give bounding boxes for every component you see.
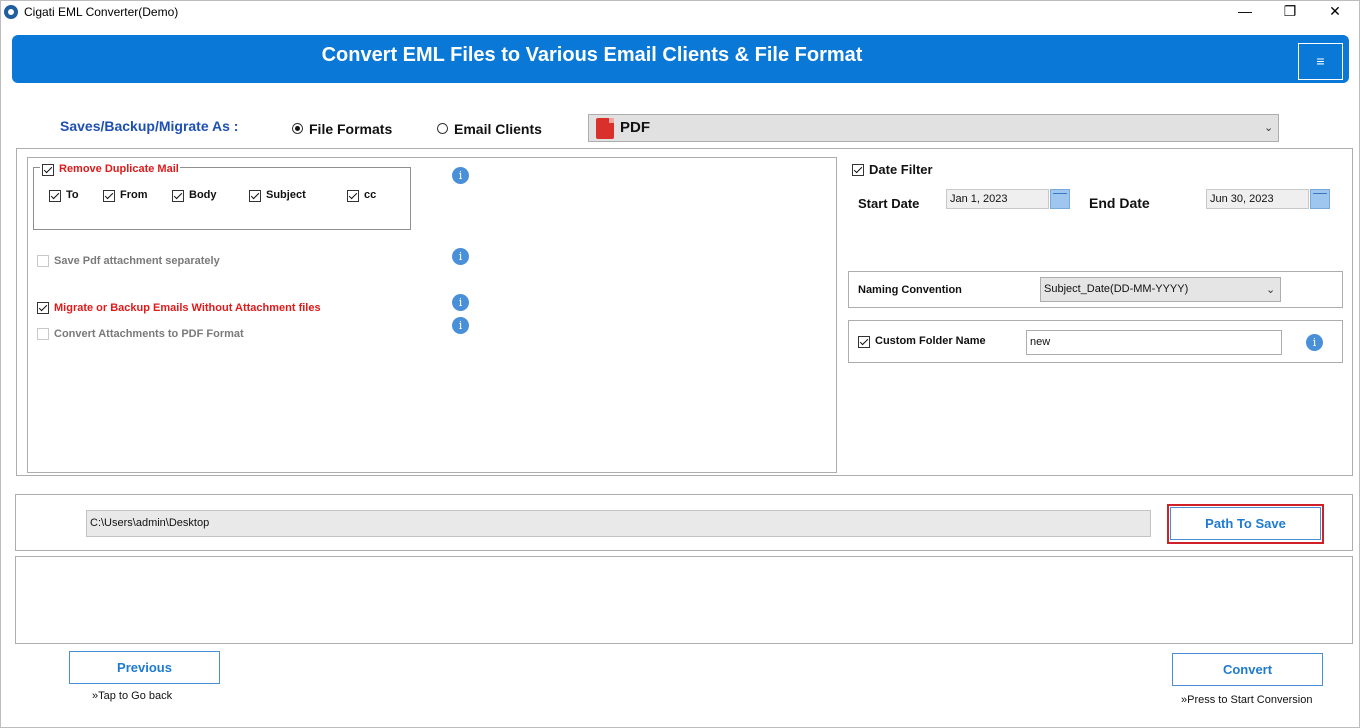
naming-convention-select[interactable]: Subject_Date(DD-MM-YYYY) <box>1040 277 1281 302</box>
window-title: Cigati EML Converter(Demo) <box>24 5 179 19</box>
email-clients-radio[interactable] <box>437 123 448 134</box>
info-icon[interactable]: i <box>452 294 469 311</box>
convert-attachments-checkbox[interactable] <box>37 328 49 340</box>
end-date-label: End Date <box>1089 195 1150 211</box>
convert-attachments-label: Convert Attachments to PDF Format <box>54 328 244 340</box>
file-formats-label[interactable]: File Formats <box>309 121 392 137</box>
info-icon[interactable]: i <box>452 248 469 265</box>
previous-hint: »Tap to Go back <box>92 690 173 702</box>
header-banner: Convert EML Files to Various Email Clien… <box>12 35 1349 83</box>
hamburger-icon: ≡ <box>1316 53 1325 69</box>
dup-body-label[interactable]: Body <box>189 189 217 201</box>
custom-folder-label[interactable]: Custom Folder Name <box>875 335 986 347</box>
dup-body-checkbox[interactable] <box>172 190 184 202</box>
naming-convention-label: Naming Convention <box>858 284 962 296</box>
save-pdf-attachment-label: Save Pdf attachment separately <box>54 255 220 267</box>
save-path-field[interactable]: C:\Users\admin\Desktop <box>86 510 1151 537</box>
date-filter-checkbox[interactable] <box>852 164 864 176</box>
convert-button[interactable]: Convert <box>1172 653 1323 686</box>
dup-from-label[interactable]: From <box>120 189 148 201</box>
dup-subject-label[interactable]: Subject <box>266 189 306 201</box>
restore-button[interactable]: ❐ <box>1267 0 1313 24</box>
info-icon[interactable]: i <box>452 167 469 184</box>
log-panel <box>15 556 1353 644</box>
dup-from-checkbox[interactable] <box>103 190 115 202</box>
custom-folder-checkbox[interactable] <box>858 336 870 348</box>
date-filter-label[interactable]: Date Filter <box>869 162 933 177</box>
calendar-icon[interactable] <box>1050 189 1070 209</box>
file-formats-radio[interactable] <box>292 123 303 134</box>
menu-button[interactable]: ≡ <box>1298 43 1343 80</box>
dup-to-checkbox[interactable] <box>49 190 61 202</box>
path-to-save-button[interactable]: Path To Save <box>1170 507 1321 540</box>
app-logo-icon <box>4 5 18 19</box>
convert-hint: »Press to Start Conversion <box>1181 694 1313 706</box>
dup-to-label[interactable]: To <box>66 189 79 201</box>
without-attachment-label[interactable]: Migrate or Backup Emails Without Attachm… <box>54 302 321 314</box>
info-icon[interactable]: i <box>1306 334 1323 351</box>
dup-subject-checkbox[interactable] <box>249 190 261 202</box>
info-icon[interactable]: i <box>452 317 469 334</box>
without-attachment-checkbox[interactable] <box>37 302 49 314</box>
email-clients-label[interactable]: Email Clients <box>454 121 542 137</box>
format-dropdown-value: PDF <box>620 119 650 136</box>
calendar-icon[interactable] <box>1310 189 1330 209</box>
save-pdf-attachment-checkbox[interactable] <box>37 255 49 267</box>
dup-cc-label[interactable]: cc <box>364 189 376 201</box>
custom-folder-input[interactable]: new <box>1026 330 1282 355</box>
remove-duplicate-label[interactable]: Remove Duplicate Mail <box>59 163 179 175</box>
previous-button[interactable]: Previous <box>69 651 220 684</box>
page-title: Convert EML Files to Various Email Clien… <box>321 44 863 66</box>
dup-cc-checkbox[interactable] <box>347 190 359 202</box>
minimize-button[interactable]: — <box>1222 0 1268 24</box>
format-dropdown[interactable] <box>588 114 1279 142</box>
end-date-field[interactable]: Jun 30, 2023 <box>1206 189 1309 209</box>
pdf-icon <box>596 118 614 139</box>
remove-duplicate-checkbox[interactable] <box>42 164 54 176</box>
close-button[interactable]: ✕ <box>1312 0 1358 24</box>
chevron-down-icon[interactable]: ⌄ <box>1264 121 1273 134</box>
start-date-field[interactable]: Jan 1, 2023 <box>946 189 1049 209</box>
saves-label: Saves/Backup/Migrate As : <box>60 118 239 134</box>
start-date-label: Start Date <box>858 196 920 211</box>
chevron-down-icon[interactable]: ⌄ <box>1266 283 1275 296</box>
